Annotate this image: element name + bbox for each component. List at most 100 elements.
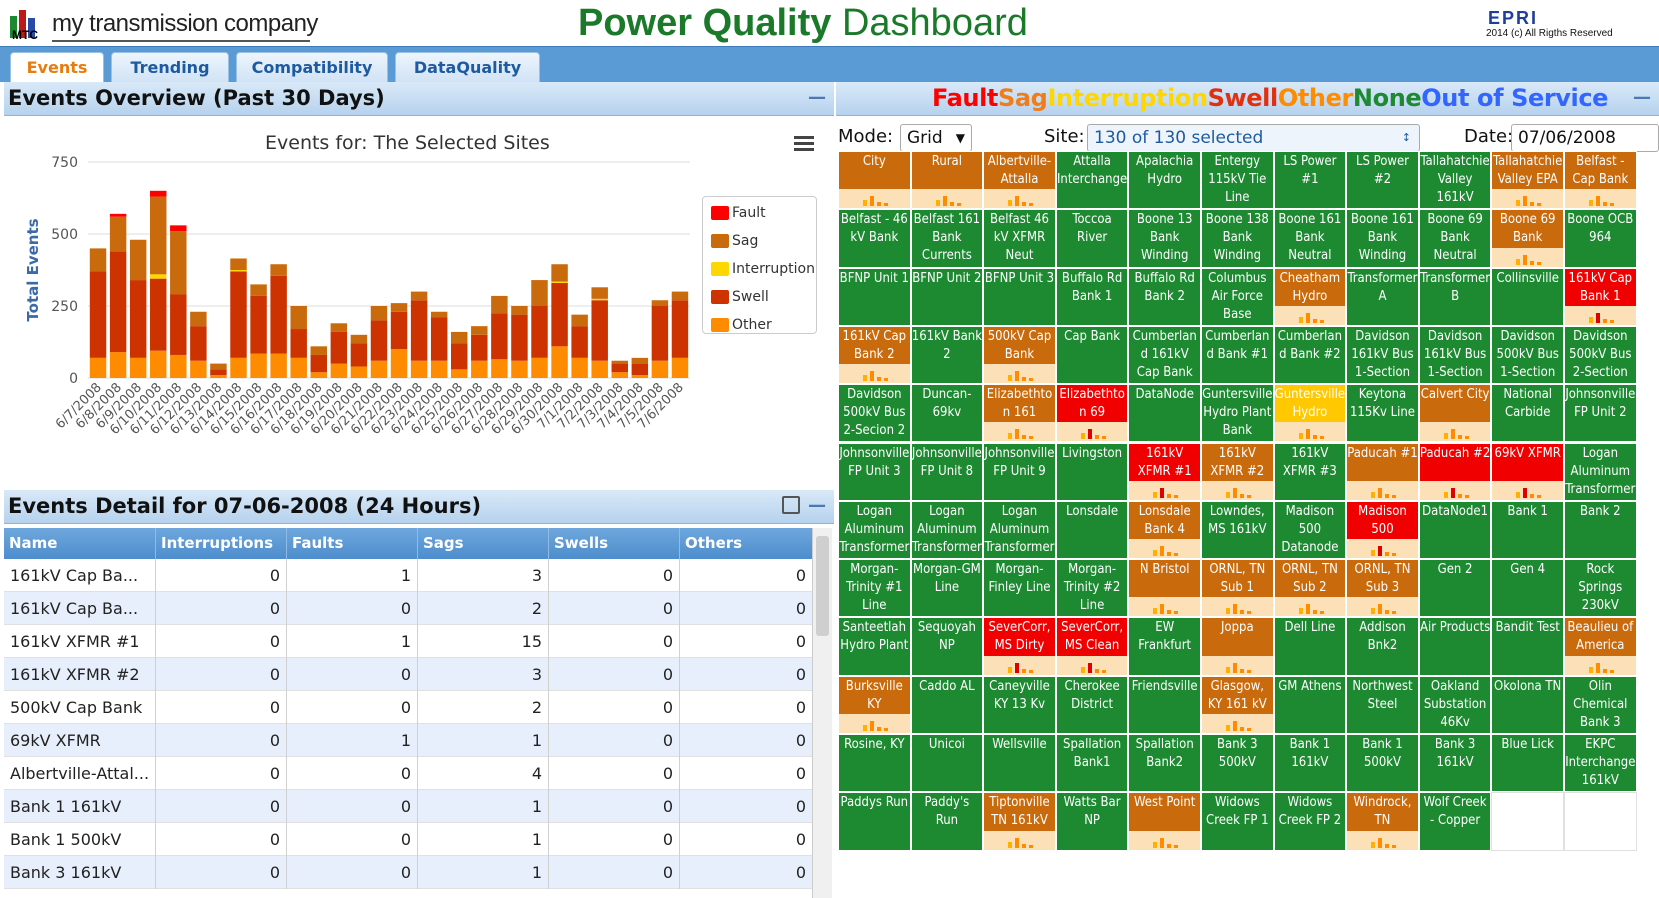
site-cell[interactable]: Bank 1 161kV (1273, 734, 1347, 793)
legend-fault[interactable]: Fault (711, 205, 766, 223)
site-cell[interactable]: Elizabethton 69 (1055, 384, 1129, 443)
site-cell[interactable]: BFNP Unit 1 (838, 267, 911, 326)
site-cell[interactable]: Watts Bar NP (1055, 792, 1129, 851)
site-cell[interactable]: EW Frankfurt (1128, 617, 1201, 676)
site-cell[interactable]: Transformer A (1346, 267, 1419, 326)
legend-swell[interactable]: Swell (1208, 84, 1279, 112)
site-cell[interactable]: 69kV XFMR (1491, 442, 1564, 501)
bar-segment-swell[interactable] (310, 354, 327, 373)
site-cell[interactable]: Morgan-Trinity #1 Line (838, 559, 911, 618)
bar-segment-other[interactable] (671, 357, 689, 378)
bar-segment-swell[interactable] (89, 271, 107, 358)
bar-segment-sag[interactable] (451, 331, 468, 344)
bar-segment-sag[interactable] (370, 306, 388, 321)
bar-segment-swell[interactable] (651, 306, 669, 361)
bar-segment-swell[interactable] (109, 251, 127, 353)
bar-segment-other[interactable] (210, 375, 227, 378)
table-row[interactable]: 161kV Cap Ba... 0 1 3 0 0 (4, 559, 812, 592)
bar-segment-swell[interactable] (591, 300, 608, 361)
site-cell[interactable]: Cumberland Bank #1 (1201, 325, 1274, 385)
bar-segment-interruption[interactable] (551, 281, 568, 283)
site-cell[interactable]: Calvert City (1418, 384, 1492, 443)
bar-segment-other[interactable] (230, 357, 247, 378)
legend-fault[interactable]: Fault (932, 84, 998, 112)
site-cell[interactable]: Friendsville (1128, 675, 1201, 734)
export-icon[interactable] (782, 496, 800, 514)
tab-trending[interactable]: Trending (111, 52, 229, 83)
site-cell[interactable]: Duncan-69kv (910, 384, 984, 443)
bar-segment-swell[interactable] (430, 317, 448, 361)
site-cell[interactable]: 161kV XFMR #3 (1273, 442, 1347, 501)
table-row[interactable]: 161kV XFMR #1 0 1 15 0 0 (4, 625, 812, 658)
table-row[interactable]: Albertville-Attal... 0 0 4 0 0 (4, 757, 812, 790)
site-cell[interactable]: Logan Aluminum Transformer (910, 500, 984, 560)
bar-segment-sag[interactable] (491, 295, 508, 314)
site-cell[interactable]: Widows Creek FP 1 (1201, 792, 1274, 851)
bar-segment-other[interactable] (651, 360, 669, 378)
bar-segment-swell[interactable] (250, 295, 267, 354)
legend-swell[interactable]: Swell (711, 289, 769, 307)
site-cell[interactable]: Caneyville KY 13 Kv (983, 675, 1056, 734)
bar-segment-other[interactable] (109, 352, 127, 378)
site-cell[interactable]: Davidson 500kV Bus 1-Section (1491, 325, 1564, 385)
bar-segment-other[interactable] (330, 363, 348, 378)
site-cell[interactable]: Cap Bank (1055, 325, 1129, 385)
bar-segment-swell[interactable] (671, 300, 689, 358)
site-cell[interactable]: ORNL, TN Sub 3 (1346, 559, 1419, 618)
site-cell[interactable]: EKPC Interchange 161kV (1564, 734, 1637, 793)
site-cell[interactable]: Bank 1 (1491, 500, 1564, 560)
bar-segment-other[interactable] (150, 350, 167, 378)
bar-segment-other[interactable] (611, 372, 628, 378)
bar-segment-swell[interactable] (451, 343, 468, 370)
site-cell[interactable]: Beaulieu of America (1564, 617, 1637, 676)
table-scrollbar[interactable] (812, 528, 832, 898)
site-cell[interactable]: Belfast 161 Bank Currents (910, 209, 984, 268)
site-cell[interactable]: Wellsville (983, 734, 1056, 793)
tab-events[interactable]: Events (10, 52, 104, 83)
site-cell[interactable]: Glasgow, KY 161 kV (1201, 675, 1274, 734)
bar-segment-swell[interactable] (491, 313, 508, 360)
bar-segment-other[interactable] (591, 360, 608, 378)
bar-segment-sag[interactable] (571, 314, 588, 327)
site-cell[interactable]: Tallahatchie Valley 161kV (1418, 151, 1492, 210)
site-cell[interactable]: Okolona TN (1491, 675, 1564, 734)
site-cell[interactable]: Logan Aluminum Transformer (1564, 442, 1637, 501)
site-cell[interactable]: Attalla Interchange (1055, 151, 1129, 210)
bar-segment-other[interactable] (370, 360, 388, 378)
site-cell[interactable]: Burksville KY (838, 675, 911, 734)
site-cell[interactable]: Air Products (1418, 617, 1492, 676)
site-cell[interactable]: Bank 1 500kV (1346, 734, 1419, 793)
col-swells[interactable]: Swells (549, 528, 680, 559)
site-cell[interactable]: Columbus Air Force Base (1201, 267, 1274, 326)
site-cell[interactable]: 161kV Bank 2 (910, 325, 984, 385)
bar-segment-swell[interactable] (129, 280, 147, 358)
site-cell[interactable]: Unicoi (910, 734, 984, 793)
bar-segment-sag[interactable] (210, 363, 227, 370)
bar-segment-swell[interactable] (210, 369, 227, 376)
bar-segment-other[interactable] (631, 375, 649, 378)
site-cell[interactable]: Apalachia Hydro (1128, 151, 1201, 210)
chart-menu-icon[interactable] (794, 136, 814, 152)
bar-segment-sag[interactable] (129, 239, 147, 281)
site-cell[interactable]: Davidson 161kV Bus 1-Section (1418, 325, 1492, 385)
site-cell[interactable]: Morgan-Finley Line (983, 559, 1056, 618)
bar-segment-other[interactable] (410, 360, 428, 378)
legend-interruption[interactable]: Interruption (1047, 84, 1208, 112)
bar-segment-sag[interactable] (109, 216, 127, 252)
site-cell[interactable]: Tallahatchie Valley EPA (1491, 151, 1564, 210)
site-cell[interactable]: Guntersville Hydro Plant Bank (1201, 384, 1274, 443)
bar-segment-other[interactable] (471, 360, 488, 378)
site-cell[interactable]: National Carbide (1491, 384, 1564, 443)
site-cell[interactable]: Cumberland Bank #2 (1273, 325, 1347, 385)
site-cell[interactable]: Dell Line (1273, 617, 1347, 676)
bar-segment-other[interactable] (451, 369, 468, 378)
bar-segment-sag[interactable] (591, 287, 608, 299)
site-cell[interactable]: N Bristol (1128, 559, 1201, 618)
site-cell[interactable]: ORNL, TN Sub 1 (1201, 559, 1274, 618)
table-row[interactable]: 500kV Cap Bank 0 0 2 0 0 (4, 691, 812, 724)
legend-out-of-service[interactable]: Out of Service (1421, 84, 1608, 112)
site-cell[interactable]: GM Athens (1273, 675, 1347, 734)
table-row[interactable]: Bank 3 161kV 0 0 1 0 0 (4, 856, 812, 889)
site-cell[interactable]: 161kV Cap Bank 1 (1564, 267, 1637, 326)
bar-segment-swell[interactable] (190, 326, 207, 361)
